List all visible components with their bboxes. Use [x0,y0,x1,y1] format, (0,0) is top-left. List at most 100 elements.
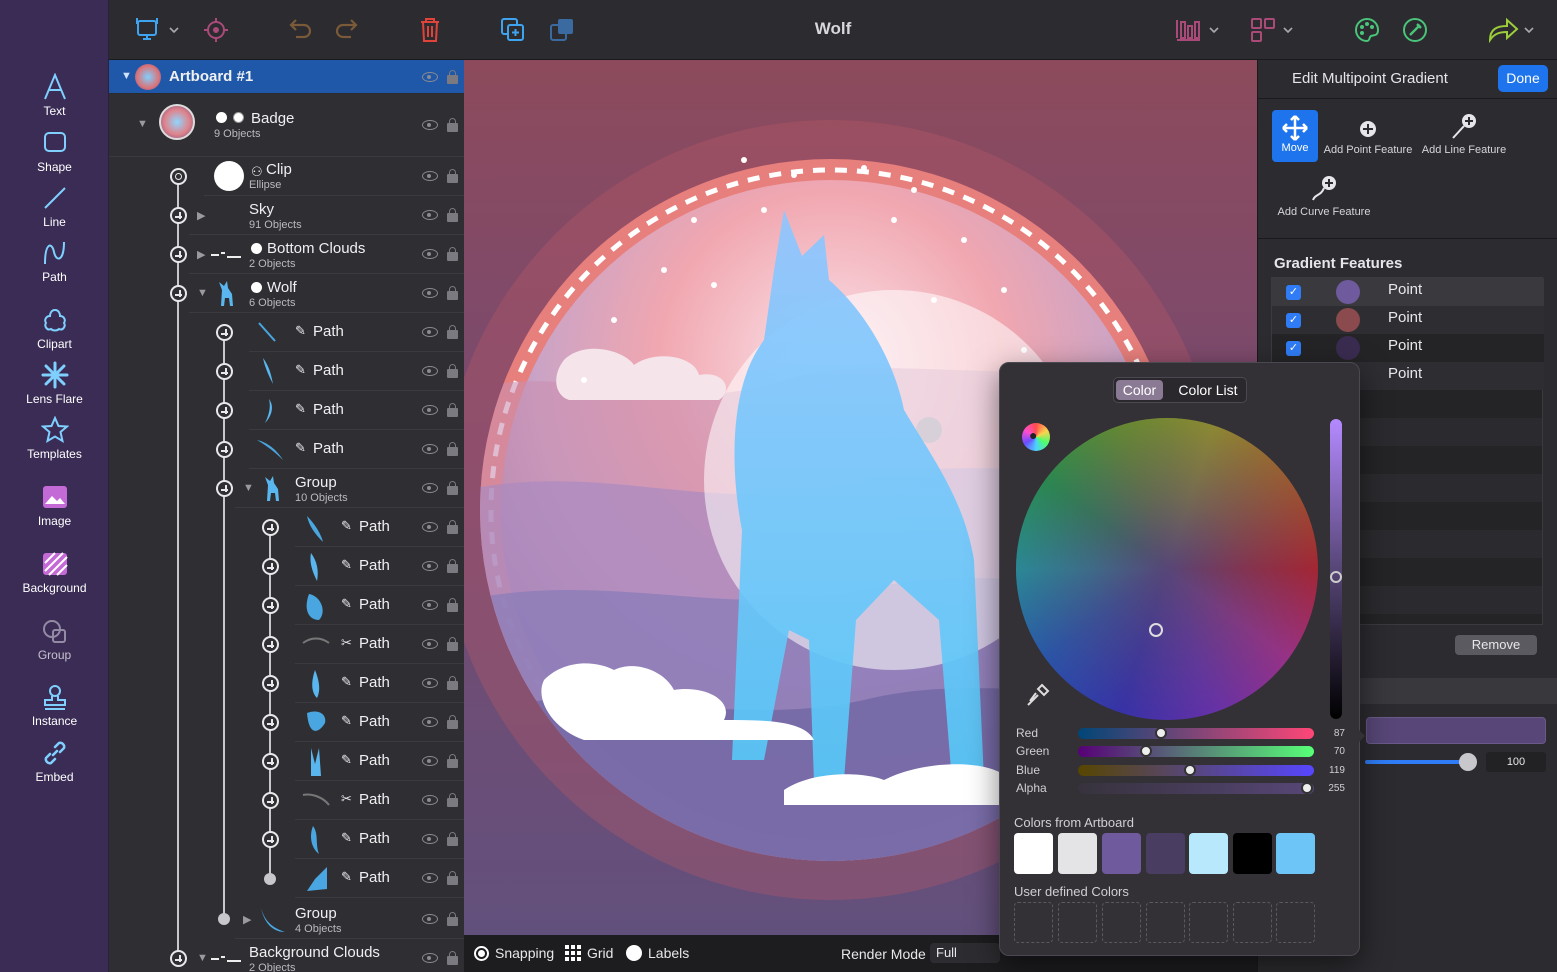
add-node-icon[interactable] [262,636,279,653]
layer-row-path[interactable]: ✎ Path [249,430,464,469]
lock-icon[interactable] [447,118,458,132]
layer-row-path[interactable]: ✎ Path [295,547,464,586]
blue-slider-knob[interactable] [1184,764,1196,776]
lock-icon[interactable] [447,247,458,261]
add-node-icon[interactable] [262,792,279,809]
distribute-menu-button[interactable] [1250,14,1298,46]
visibility-icon[interactable] [422,444,438,454]
brightness-slider[interactable] [1330,419,1342,719]
duplicate-button[interactable] [499,14,527,46]
lock-icon[interactable] [447,442,458,456]
lock-icon[interactable] [447,325,458,339]
text-tool[interactable]: Text [0,72,109,118]
artboard-color-swatch[interactable] [1276,833,1315,874]
disclosure-triangle-icon[interactable]: ▶ [197,248,205,261]
lock-icon[interactable] [447,793,458,807]
lock-icon[interactable] [447,912,458,926]
lock-icon[interactable] [447,676,458,690]
layer-row-path[interactable]: ✎ Path [295,703,464,742]
checkbox-checked-icon[interactable]: ✓ [1286,313,1301,328]
layer-row-path[interactable]: ✎ Path [249,313,464,352]
visibility-icon[interactable] [422,600,438,610]
lock-icon[interactable] [447,286,458,300]
visibility-icon[interactable] [422,717,438,727]
add-node-icon[interactable] [262,831,279,848]
lock-icon[interactable] [447,871,458,885]
add-node-icon[interactable] [170,950,187,967]
checkbox-checked-icon[interactable]: ✓ [1286,285,1301,300]
disclosure-triangle-icon[interactable]: ▶ [243,913,251,926]
arrange-button[interactable] [548,14,576,46]
visibility-icon[interactable] [422,561,438,571]
wheel-selector-knob[interactable] [1149,623,1163,637]
add-node-icon[interactable] [216,480,233,497]
visibility-icon[interactable] [422,914,438,924]
labels-toggle[interactable]: Labels [626,945,689,961]
current-color-well[interactable] [1366,717,1546,744]
lock-icon[interactable] [447,70,458,84]
visibility-icon[interactable] [422,834,438,844]
layer-row-clip[interactable]: ⚇ Clip Ellipse [204,157,464,196]
visibility-icon[interactable] [422,522,438,532]
user-color-slot[interactable] [1014,902,1053,943]
visibility-icon[interactable] [422,327,438,337]
color-wheel[interactable] [1016,418,1318,720]
gradient-feature-row[interactable]: ✓ Point [1272,334,1544,362]
gradient-feature-row[interactable]: ✓ Point [1272,278,1544,306]
layer-row-path[interactable]: ✂ Path [295,781,464,820]
artboard-color-swatch[interactable] [1014,833,1053,874]
lock-icon[interactable] [447,481,458,495]
lock-icon[interactable] [447,559,458,573]
add-line-feature-button[interactable]: Add Line Feature [1418,112,1510,156]
remove-button[interactable]: Remove [1455,635,1537,655]
green-slider-knob[interactable] [1140,745,1152,757]
lock-icon[interactable] [447,637,458,651]
add-node-icon[interactable] [216,324,233,341]
layer-row-wolf[interactable]: ▼ Wolf 6 Objects [189,274,464,313]
lock-icon[interactable] [447,364,458,378]
layer-row-background-clouds[interactable]: ▼ Background Clouds 2 Objects [189,939,464,972]
brightness-knob[interactable] [1330,571,1342,583]
layer-row-path[interactable]: ✎ Path [295,508,464,547]
lock-icon[interactable] [447,832,458,846]
lock-icon[interactable] [447,754,458,768]
layer-row-artboard[interactable]: ▼ Artboard #1 [109,60,464,94]
add-node-icon[interactable] [262,597,279,614]
visibility-icon[interactable] [422,120,438,130]
layer-row-path[interactable]: ✎ Path [295,742,464,781]
visibility-icon[interactable] [422,210,438,220]
layer-row-badge[interactable]: ▼ Badge 9 Objects [109,94,464,157]
layer-row-bottom-clouds[interactable]: ▶ Bottom Clouds 2 Objects [189,235,464,274]
visibility-icon[interactable] [422,953,438,963]
alpha-slider[interactable] [1078,783,1314,794]
lock-icon[interactable] [447,598,458,612]
artboard-menu-button[interactable] [135,14,183,46]
layer-row-group[interactable]: ▼ Group 10 Objects [235,469,464,508]
checkbox-checked-icon[interactable]: ✓ [1286,341,1301,356]
layer-row-group[interactable]: ▶ Group 4 Objects [235,900,464,939]
undo-button[interactable] [287,14,313,46]
layer-row-path[interactable]: ✎ Path [249,352,464,391]
artboard-color-swatch[interactable] [1058,833,1097,874]
artboard-color-swatch[interactable] [1102,833,1141,874]
layer-row-path[interactable]: ✎ Path [295,859,464,898]
visibility-icon[interactable] [422,873,438,883]
visibility-icon[interactable] [422,249,438,259]
add-point-feature-button[interactable]: Add Point Feature [1322,118,1414,156]
palette-button[interactable] [1353,14,1381,46]
render-mode-select[interactable]: Full [930,943,1000,963]
user-color-slot[interactable] [1233,902,1272,943]
clipart-tool[interactable]: Clipart [0,305,109,351]
visibility-icon[interactable] [422,756,438,766]
visibility-icon[interactable] [422,483,438,493]
add-node-icon[interactable] [262,675,279,692]
user-color-slot[interactable] [1058,902,1097,943]
disclosure-triangle-icon[interactable]: ▶ [197,209,205,222]
background-tool[interactable]: Background [0,549,109,595]
line-tool[interactable]: Line [0,183,109,229]
templates-tool[interactable]: Templates [0,415,109,461]
layer-row-path[interactable]: ✎ Path [295,664,464,703]
artboard-color-swatch[interactable] [1189,833,1228,874]
user-color-slot[interactable] [1276,902,1315,943]
add-node-icon[interactable] [170,246,187,263]
